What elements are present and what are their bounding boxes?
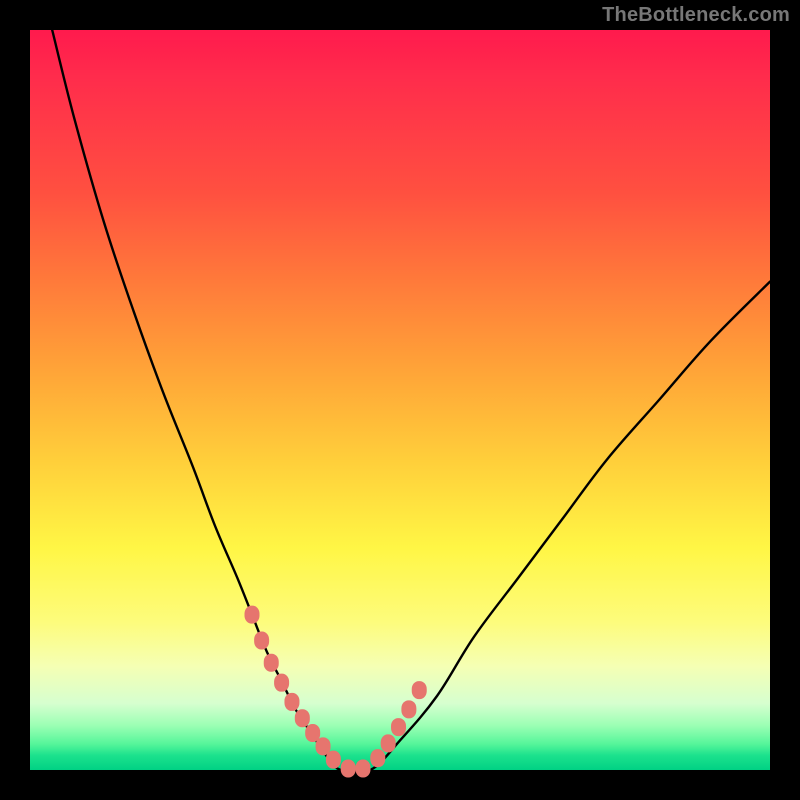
highlight-marker <box>381 734 396 752</box>
highlight-marker <box>341 760 356 778</box>
highlight-marker <box>356 760 371 778</box>
watermark-text: TheBottleneck.com <box>602 4 790 27</box>
highlight-marker <box>326 751 341 769</box>
gradient-plot-area <box>30 30 770 770</box>
highlight-marker <box>274 674 289 692</box>
highlight-marker <box>295 709 310 727</box>
highlight-marker <box>245 606 260 624</box>
highlight-markers <box>245 606 427 778</box>
highlight-marker <box>264 654 279 672</box>
highlight-marker <box>391 718 406 736</box>
outer-frame: TheBottleneck.com <box>0 0 800 800</box>
bottleneck-curve <box>52 30 770 773</box>
highlight-marker <box>401 700 416 718</box>
highlight-marker <box>412 681 427 699</box>
highlight-marker <box>254 632 269 650</box>
highlight-marker <box>370 749 385 767</box>
chart-svg <box>30 30 770 770</box>
highlight-marker <box>284 693 299 711</box>
